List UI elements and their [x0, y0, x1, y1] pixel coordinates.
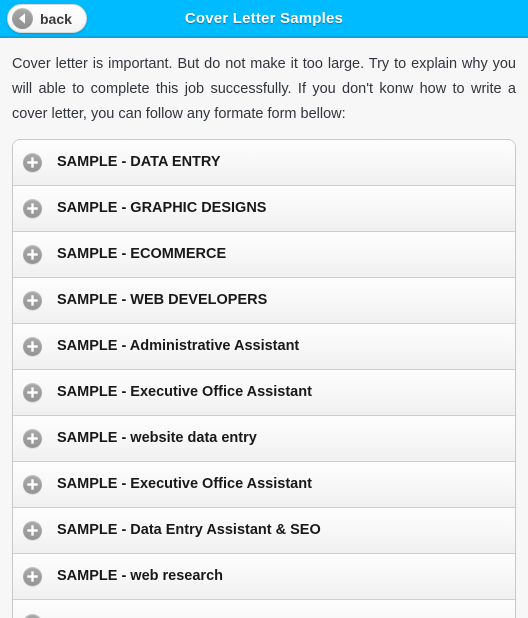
list-item-label: SAMPLE - web research — [57, 568, 223, 585]
list-item[interactable]: SAMPLE - Data Entry Assistant & SEO — [13, 508, 515, 554]
back-button[interactable]: back — [7, 4, 87, 33]
plus-circle-icon — [23, 337, 42, 356]
list-item[interactable]: SAMPLE - Administrative Assistant — [13, 324, 515, 370]
list-item[interactable]: SAMPLE - Executive Office Assistant — [13, 370, 515, 416]
list-item-label: SAMPLE - Executive Office Assistant — [57, 476, 312, 493]
list-item[interactable] — [13, 600, 515, 618]
chevron-left-circle-icon — [12, 8, 33, 29]
list-item-label: SAMPLE - ECOMMERCE — [57, 246, 227, 263]
plus-circle-icon — [23, 199, 42, 218]
list-item[interactable]: SAMPLE - DATA ENTRY — [13, 140, 515, 186]
plus-circle-icon — [23, 429, 42, 448]
list-item-label: SAMPLE - GRAPHIC DESIGNS — [57, 200, 267, 217]
list-item-label: SAMPLE - Administrative Assistant — [57, 338, 300, 355]
plus-circle-icon — [23, 245, 42, 264]
list-item[interactable]: SAMPLE - WEB DEVELOPERS — [13, 278, 515, 324]
list-item-label: SAMPLE - DATA ENTRY — [57, 154, 221, 171]
list-item-label: SAMPLE - WEB DEVELOPERS — [57, 292, 268, 309]
plus-circle-icon — [23, 291, 42, 310]
list-item-label: SAMPLE - website data entry — [57, 430, 257, 447]
list-item[interactable]: SAMPLE - web research — [13, 554, 515, 600]
back-button-label: back — [40, 10, 72, 27]
plus-circle-icon — [23, 613, 42, 618]
list-item-label: SAMPLE - Data Entry Assistant & SEO — [57, 522, 321, 539]
plus-circle-icon — [23, 383, 42, 402]
page-title: Cover Letter Samples — [184, 9, 344, 27]
plus-circle-icon — [23, 521, 42, 540]
list-item[interactable]: SAMPLE - ECOMMERCE — [13, 232, 515, 278]
list-item[interactable]: SAMPLE - Executive Office Assistant — [13, 462, 515, 508]
list-item-label: SAMPLE - Executive Office Assistant — [57, 384, 312, 401]
app-header: back Cover Letter Samples — [0, 0, 528, 38]
plus-circle-icon — [23, 567, 42, 586]
content-area: Cover letter is important. But do not ma… — [0, 38, 528, 618]
list-item[interactable]: SAMPLE - GRAPHIC DESIGNS — [13, 186, 515, 232]
intro-paragraph: Cover letter is important. But do not ma… — [12, 56, 516, 122]
plus-circle-icon — [23, 475, 42, 494]
plus-circle-icon — [23, 153, 42, 172]
sample-list: SAMPLE - DATA ENTRY SAMPLE - GRAPHIC DES… — [12, 139, 516, 618]
list-item[interactable]: SAMPLE - website data entry — [13, 416, 515, 462]
